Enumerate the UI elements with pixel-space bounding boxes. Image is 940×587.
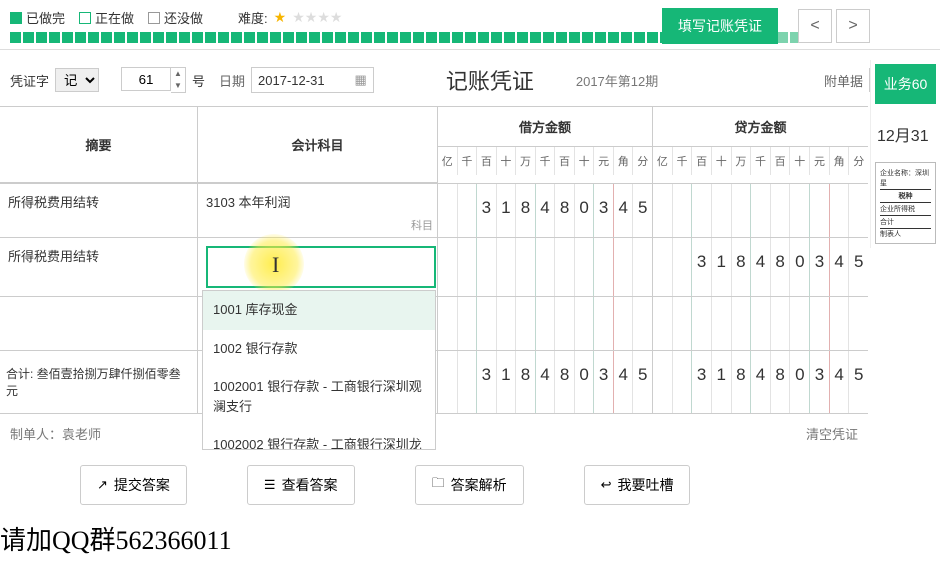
subject-hint: 科目	[411, 217, 433, 233]
voucher-word-select[interactable]: 记	[55, 68, 99, 92]
col-summary: 摘要	[0, 107, 197, 183]
voucher-period: 2017年第12期	[576, 71, 658, 90]
side-badge: 业务60	[875, 64, 936, 104]
analysis-button[interactable]: 🗀答案解析	[415, 465, 524, 505]
voucher-word-label: 凭证字	[10, 71, 49, 90]
action-row: ↗提交答案 ☰查看答案 🗀答案解析 ↩我要吐槽	[0, 453, 940, 517]
calendar-icon: ▦	[355, 72, 367, 88]
dropdown-item[interactable]: 1002001 银行存款 - 工商银行深圳观澜支行	[203, 368, 435, 426]
summary-cell[interactable]	[0, 297, 198, 350]
external-icon: ↗	[97, 477, 108, 493]
voucher-number-input[interactable]	[121, 67, 171, 91]
star-icon: ★	[274, 9, 287, 26]
num-down-button[interactable]: ▼	[171, 80, 185, 92]
credit-amount[interactable]	[653, 297, 868, 350]
credit-amount[interactable]: 318480345	[653, 238, 868, 296]
legend-done: 已做完	[10, 8, 65, 27]
table-row: 所得税费用结转I1001 库存现金1002 银行存款1002001 银行存款 -…	[0, 238, 868, 297]
fill-voucher-button[interactable]: 填写记账凭证	[662, 8, 778, 44]
view-answer-button[interactable]: ☰查看答案	[247, 465, 355, 505]
debit-amount[interactable]	[438, 297, 653, 350]
subject-dropdown[interactable]: 1001 库存现金1002 银行存款1002001 银行存款 - 工商银行深圳观…	[202, 290, 436, 450]
feedback-button[interactable]: ↩我要吐槽	[584, 465, 691, 505]
legend-todo: 还没做	[148, 8, 203, 27]
folder-icon: 🗀	[432, 474, 445, 496]
debit-amount[interactable]: 318480345	[438, 184, 653, 237]
subject-cell[interactable]: 3103 本年利润科目	[198, 184, 438, 237]
col-debit: 借方金额	[438, 107, 652, 147]
voucher-table: 摘要 会计科目 借方金额 亿千百十万千百十元角分 贷方金额 亿千百十万千百十元角…	[0, 106, 868, 414]
voucher-title: 记账凭证	[446, 64, 534, 96]
col-credit: 贷方金额	[653, 107, 868, 147]
maker-label: 制单人：袁老师	[10, 424, 101, 443]
subject-cell[interactable]: I1001 库存现金1002 银行存款1002001 银行存款 - 工商银行深圳…	[198, 238, 438, 296]
subject-input[interactable]	[206, 246, 436, 288]
clear-voucher-link[interactable]: 清空凭证	[806, 424, 858, 443]
qq-overlay-text: 请加QQ群562366011	[0, 520, 232, 557]
debit-amount[interactable]	[438, 238, 653, 296]
table-row: 所得税费用结转3103 本年利润科目318480345	[0, 184, 868, 238]
next-button[interactable]: >	[836, 9, 870, 43]
back-icon: ↩	[601, 477, 612, 493]
voucher-header: 凭证字 记 ▲ ▼ 号 日期 2017-12-31 ▦ 记账凭证 2017年第1…	[0, 49, 940, 106]
num-up-button[interactable]: ▲	[171, 68, 185, 80]
voucher-hao-label: 号	[192, 71, 205, 90]
dropdown-item[interactable]: 1002002 银行存款 - 工商银行深圳龙华	[203, 426, 435, 450]
summary-cell[interactable]: 所得税费用结转	[0, 238, 198, 296]
top-bar: 已做完 正在做 还没做 难度: ★ ★★★★ 填写记账凭证 < >	[0, 0, 940, 32]
list-icon: ☰	[264, 477, 276, 493]
col-subject: 会计科目	[198, 107, 437, 183]
side-panel: 业务60 12月31 企业名称：深圳星 税种 企业所得税 合计 制表人	[870, 60, 940, 248]
prev-button[interactable]: <	[798, 9, 832, 43]
side-thumbnail[interactable]: 企业名称：深圳星 税种 企业所得税 合计 制表人	[875, 162, 936, 244]
side-date: 12月31	[875, 104, 936, 154]
difficulty: 难度: ★ ★★★★	[238, 8, 342, 27]
attach-label: 附单据	[824, 71, 863, 90]
legend-doing: 正在做	[79, 8, 134, 27]
dropdown-item[interactable]: 1002 银行存款	[203, 330, 435, 369]
summary-cell[interactable]: 所得税费用结转	[0, 184, 198, 237]
date-label: 日期	[219, 71, 245, 90]
date-picker[interactable]: 2017-12-31 ▦	[251, 67, 374, 93]
legend: 已做完 正在做 还没做	[10, 8, 203, 27]
credit-amount[interactable]	[653, 184, 868, 237]
submit-answer-button[interactable]: ↗提交答案	[80, 465, 187, 505]
total-label: 合计: 叁佰壹拾捌万肆仟捌佰零叁元	[0, 351, 198, 413]
dropdown-item[interactable]: 1001 库存现金	[203, 291, 435, 330]
